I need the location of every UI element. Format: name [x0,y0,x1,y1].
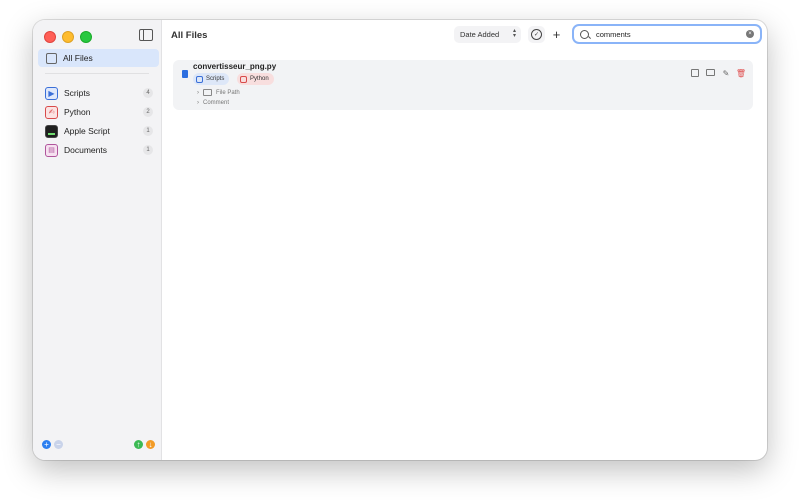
sidebar-item-label: All Files [63,53,93,63]
minimize-button[interactable] [62,31,74,43]
tag-scripts: Scripts [193,73,230,85]
tag-label: Scripts [206,76,225,82]
file-path-label: File Path [216,89,240,96]
sidebar-item-all-files[interactable]: All Files [38,49,159,67]
sort-dropdown[interactable]: Date Added ▴ ▾ [454,26,521,43]
select-button[interactable]: ✓ [528,26,545,43]
sidebar-divider [45,73,149,74]
app-window: All Files ▶ Scripts 4 ✍ Python 2 Apple S… [33,20,767,460]
python-icon: ✍ [45,105,58,119]
edit-pencil-icon[interactable]: ✎ [722,69,730,78]
sidebar-item-scripts[interactable]: ▶ Scripts 4 [45,85,153,101]
tag-label: Python [250,76,269,82]
reveal-folder-icon[interactable] [706,69,715,76]
python-icon [240,75,247,83]
scripts-icon [196,75,203,83]
file-actions: ✎ 🗑 [691,69,746,78]
sidebar-footer: + − ↑ ↓ [33,440,161,452]
open-icon[interactable] [691,69,699,77]
count-badge: 1 [143,126,153,136]
sidebar-item-label: Apple Script [64,126,110,136]
sidebar-item-python[interactable]: ✍ Python 2 [45,104,153,120]
main-panel: All Files Date Added ▴▾ ✓ + × convertiss… [162,20,767,460]
file-card[interactable]: convertisseur_png.py Scripts Python › Fi… [173,60,753,110]
clear-search-icon[interactable]: × [746,30,754,38]
search-field[interactable]: × [572,24,762,44]
folder-icon [203,89,212,96]
sidebar: All Files ▶ Scripts 4 ✍ Python 2 Apple S… [33,20,162,460]
sort-label: Date Added [460,30,500,39]
sidebar-item-label: Scripts [64,88,90,98]
checkmark-circle-icon: ✓ [531,29,542,40]
comment-disclosure[interactable]: › Comment [197,100,229,106]
sidebar-item-label: Python [64,107,91,117]
search-icon [580,29,589,39]
sidebar-item-label: Documents [64,145,107,155]
add-category-button[interactable]: + [42,440,51,449]
window-controls [44,31,92,43]
documents-icon: ▤ [45,143,58,157]
remove-category-button[interactable]: − [54,440,63,449]
file-name: convertisseur_png.py [193,62,277,71]
count-badge: 1 [143,145,153,155]
chevron-right-icon: › [197,100,199,106]
count-badge: 4 [143,88,153,98]
search-input[interactable] [596,29,746,39]
close-button[interactable] [44,31,56,43]
tag-python: Python [237,73,274,85]
chevron-updown-icon: ▴ ▾ [512,28,516,39]
count-badge: 2 [143,107,153,117]
sidebar-item-documents[interactable]: ▤ Documents 1 [45,142,153,158]
zoom-button[interactable] [80,31,92,43]
applescript-icon [45,124,58,138]
file-path-disclosure[interactable]: › File Path [197,89,240,96]
download-button[interactable]: ↓ [146,440,155,449]
page-title: All Files [171,30,208,41]
delete-trash-icon[interactable]: 🗑 [736,69,746,78]
scripts-icon: ▶ [45,86,58,100]
plus-icon: + [552,27,561,42]
file-icon [182,70,188,78]
sidebar-item-apple-script[interactable]: Apple Script 1 [45,123,153,139]
chevron-right-icon: › [197,89,199,96]
sidebar-toggle-icon[interactable] [139,29,153,41]
add-file-button[interactable]: + [548,26,565,43]
upload-button[interactable]: ↑ [134,440,143,449]
all-files-icon [46,52,57,64]
comment-label: Comment [203,100,230,106]
